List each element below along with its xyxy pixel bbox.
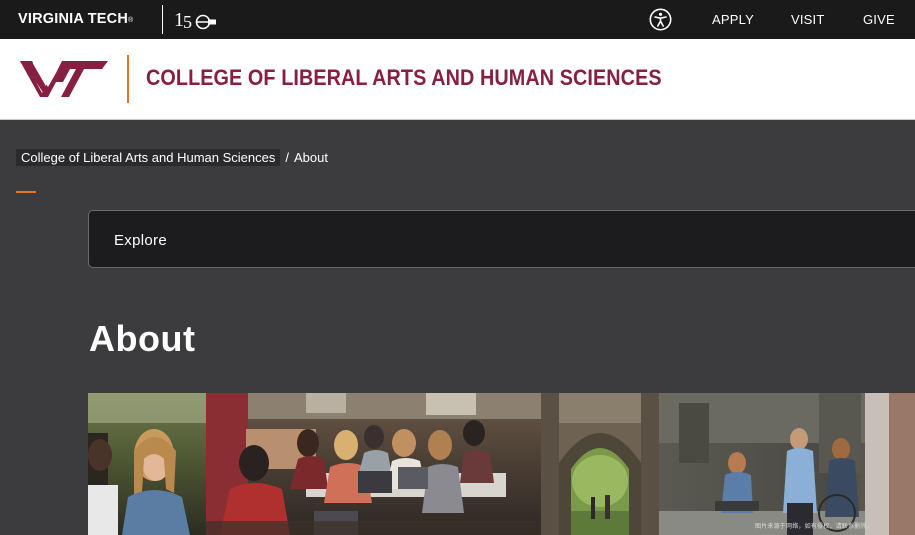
college-header: COLLEGE OF LIBERAL ARTS AND HUMAN SCIENC…: [0, 39, 915, 120]
anniversary-150-icon: 1 5: [174, 9, 216, 32]
brand-divider: [162, 5, 163, 34]
visit-link[interactable]: VISIT: [791, 12, 825, 27]
breadcrumb-college-link[interactable]: College of Liberal Arts and Human Scienc…: [16, 149, 281, 166]
image-source-watermark: 图片来源于网络，如有侵权，请联系删除。: [755, 524, 873, 530]
student-smiling-photo: [88, 393, 206, 535]
accent-line: [16, 191, 36, 193]
utility-bar: VIRGINIA TECH® 1 5 APPLY VISIT GIVE: [0, 0, 915, 39]
page-title: About: [89, 318, 196, 359]
svg-text:5: 5: [183, 12, 192, 32]
students-walking-photo: [659, 393, 915, 535]
apply-link[interactable]: APPLY: [712, 12, 754, 27]
virginia-tech-wordmark[interactable]: VIRGINIA TECH®: [18, 11, 133, 27]
breadcrumb-separator: /: [285, 150, 289, 165]
header-divider: [127, 55, 129, 103]
vt-logo[interactable]: [18, 57, 112, 101]
students-studying-photo: [206, 393, 541, 535]
explore-label: Explore: [114, 232, 167, 249]
give-link[interactable]: GIVE: [863, 12, 895, 27]
breadcrumb: College of Liberal Arts and Human Scienc…: [16, 148, 328, 167]
explore-menu-button[interactable]: Explore: [88, 210, 915, 268]
college-title[interactable]: COLLEGE OF LIBERAL ARTS AND HUMAN SCIENC…: [146, 65, 662, 91]
stone-archway-photo: [541, 393, 659, 535]
photo-banner: [88, 393, 915, 535]
accessibility-icon[interactable]: [649, 8, 672, 31]
breadcrumb-current: About: [294, 150, 328, 165]
